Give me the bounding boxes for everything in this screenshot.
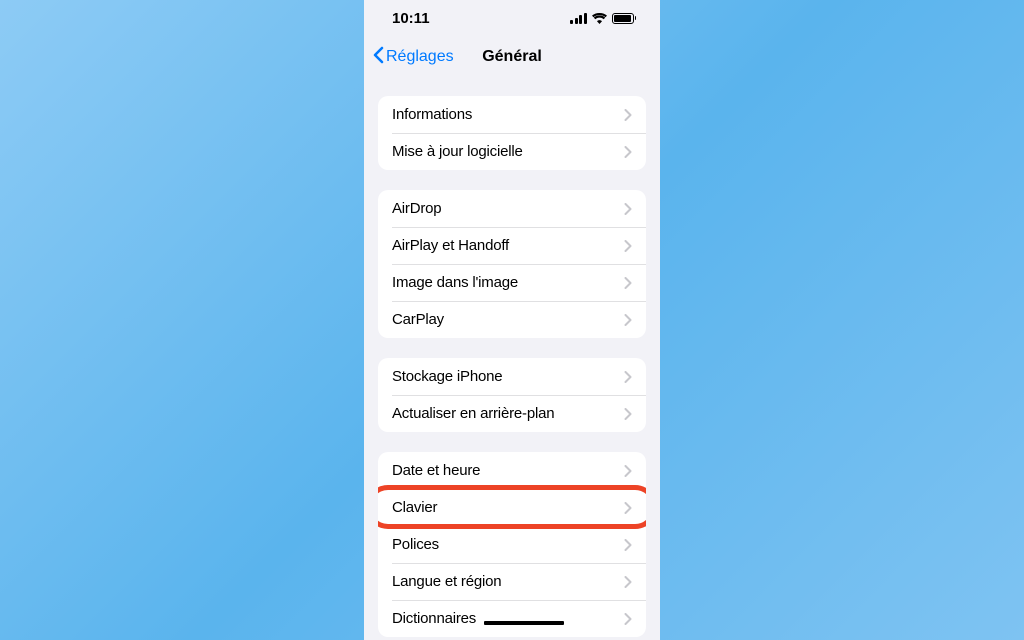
row-label: Stockage iPhone bbox=[392, 368, 502, 385]
row-label: Clavier bbox=[392, 499, 437, 516]
section-about: Informations Mise à jour logicielle bbox=[378, 96, 646, 170]
status-bar: 10:11 bbox=[364, 0, 660, 36]
row-software-update[interactable]: Mise à jour logicielle bbox=[378, 133, 646, 170]
row-dictionaries[interactable]: Dictionnaires bbox=[378, 600, 646, 637]
chevron-right-icon bbox=[624, 240, 632, 252]
section-keyboard-region: Date et heure Clavier Polices Langue et … bbox=[378, 452, 646, 637]
settings-content[interactable]: Informations Mise à jour logicielle AirD… bbox=[364, 78, 660, 640]
chevron-right-icon bbox=[624, 465, 632, 477]
row-label: AirDrop bbox=[392, 200, 441, 217]
back-button[interactable]: Réglages bbox=[372, 46, 454, 69]
phone-frame: 10:11 Réglages Génér bbox=[364, 0, 660, 640]
row-label: Actualiser en arrière-plan bbox=[392, 405, 554, 422]
row-airplay-handoff[interactable]: AirPlay et Handoff bbox=[378, 227, 646, 264]
row-pip[interactable]: Image dans l'image bbox=[378, 264, 646, 301]
chevron-right-icon bbox=[624, 502, 632, 514]
section-connectivity: AirDrop AirPlay et Handoff Image dans l'… bbox=[378, 190, 646, 338]
row-fonts[interactable]: Polices bbox=[378, 526, 646, 563]
chevron-left-icon bbox=[372, 46, 384, 69]
chevron-right-icon bbox=[624, 576, 632, 588]
row-airdrop[interactable]: AirDrop bbox=[378, 190, 646, 227]
nav-header: Réglages Général bbox=[364, 36, 660, 78]
row-iphone-storage[interactable]: Stockage iPhone bbox=[378, 358, 646, 395]
row-label: Dictionnaires bbox=[392, 610, 476, 627]
row-label: Informations bbox=[392, 106, 472, 123]
row-language-region[interactable]: Langue et région bbox=[378, 563, 646, 600]
battery-icon bbox=[612, 13, 637, 24]
status-indicators bbox=[570, 13, 636, 24]
row-label: CarPlay bbox=[392, 311, 444, 328]
row-informations[interactable]: Informations bbox=[378, 96, 646, 133]
row-date-time[interactable]: Date et heure bbox=[378, 452, 646, 489]
chevron-right-icon bbox=[624, 314, 632, 326]
chevron-right-icon bbox=[624, 539, 632, 551]
chevron-right-icon bbox=[624, 109, 632, 121]
row-label: Langue et région bbox=[392, 573, 501, 590]
row-background-refresh[interactable]: Actualiser en arrière-plan bbox=[378, 395, 646, 432]
row-carplay[interactable]: CarPlay bbox=[378, 301, 646, 338]
cellular-signal-icon bbox=[570, 13, 587, 24]
row-label: Mise à jour logicielle bbox=[392, 143, 523, 160]
chevron-right-icon bbox=[624, 277, 632, 289]
section-storage: Stockage iPhone Actualiser en arrière-pl… bbox=[378, 358, 646, 432]
row-label: Image dans l'image bbox=[392, 274, 518, 291]
back-label: Réglages bbox=[386, 48, 454, 66]
redaction-bar bbox=[484, 621, 564, 625]
chevron-right-icon bbox=[624, 146, 632, 158]
row-label: Date et heure bbox=[392, 462, 480, 479]
chevron-right-icon bbox=[624, 408, 632, 420]
chevron-right-icon bbox=[624, 371, 632, 383]
row-label: Polices bbox=[392, 536, 439, 553]
wifi-icon bbox=[592, 13, 607, 24]
chevron-right-icon bbox=[624, 613, 632, 625]
chevron-right-icon bbox=[624, 203, 632, 215]
row-keyboard[interactable]: Clavier bbox=[378, 489, 646, 526]
row-label: AirPlay et Handoff bbox=[392, 237, 509, 254]
status-time: 10:11 bbox=[392, 10, 430, 27]
